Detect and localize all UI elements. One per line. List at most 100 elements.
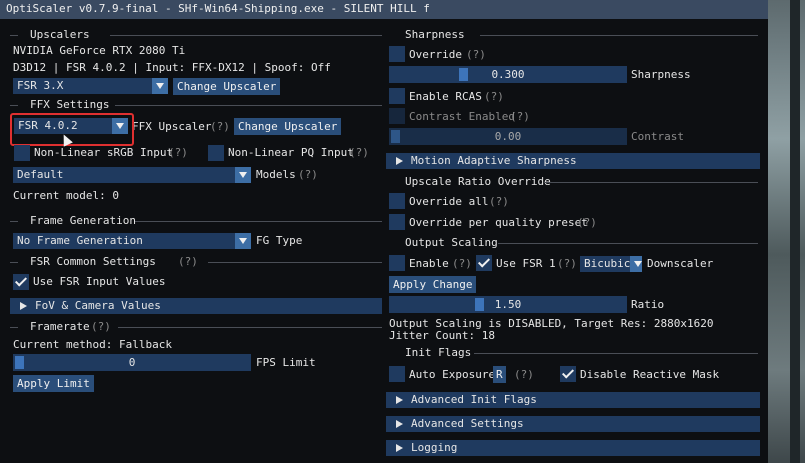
ratio-value: 1.50 (494, 298, 522, 311)
init-flags-section-title: Init Flags (405, 346, 472, 359)
output-scaling-section-title: Output Scaling (405, 236, 498, 249)
advanced-settings-header[interactable]: Advanced Settings (386, 416, 760, 432)
help-icon[interactable]: (?) (510, 109, 530, 125)
apply-limit-button[interactable]: Apply Limit (13, 375, 94, 392)
help-icon[interactable]: (?) (210, 119, 230, 135)
nonlinear-srgb-checkbox[interactable] (14, 145, 30, 161)
contrast-enabled-label: Contrast Enabled (409, 110, 515, 123)
nonlinear-srgb-label: Non-Linear sRGB Input (34, 146, 174, 159)
help-icon[interactable]: (?) (484, 89, 504, 105)
caret-right-icon (396, 420, 403, 428)
separator (480, 35, 758, 36)
separator (10, 262, 18, 263)
fg-type-select[interactable]: No Frame Generation (13, 233, 251, 249)
upscaler-select[interactable]: FSR 3.X (13, 78, 168, 94)
ffx-section-title: FFX Settings (30, 98, 110, 111)
override-quality-checkbox[interactable] (389, 214, 405, 230)
apply-change-button[interactable]: Apply Change (389, 276, 477, 293)
chevron-down-icon (630, 256, 642, 272)
contrast-label: Contrast (631, 130, 684, 143)
fov-camera-header[interactable]: FoV & Camera Values (10, 298, 382, 314)
framerate-section-title: Framerate (30, 320, 90, 333)
model-select-value: Default (17, 168, 64, 181)
output-scaling-enable-checkbox[interactable] (389, 255, 405, 271)
nonlinear-pq-label: Non-Linear PQ Input (228, 146, 354, 159)
chevron-down-icon (235, 167, 251, 183)
fps-limit-slider[interactable]: 0 (13, 354, 251, 371)
window-title: OptiScaler v0.7.9-final - SHf-Win64-Ship… (6, 2, 430, 15)
ratio-slider[interactable]: 1.50 (389, 296, 627, 313)
sharpness-value: 0.300 (491, 68, 525, 81)
sharpness-slider[interactable]: 0.300 (389, 66, 627, 83)
downscaler-select-value: Bicubic (584, 257, 631, 270)
separator (544, 182, 758, 183)
contrast-slider[interactable]: 0.00 (389, 128, 627, 145)
change-upscaler-button[interactable]: Change Upscaler (173, 78, 281, 95)
sharpness-label: Sharpness (631, 68, 691, 81)
help-icon[interactable]: (?) (489, 194, 509, 210)
disable-reactive-mask-checkbox[interactable] (560, 366, 576, 382)
help-icon[interactable]: (?) (466, 47, 486, 63)
motion-adaptive-header[interactable]: Motion Adaptive Sharpness (386, 153, 760, 169)
override-all-label: Override all (409, 195, 489, 208)
reset-r-button[interactable]: R (493, 366, 506, 383)
override-all-checkbox[interactable] (389, 193, 405, 209)
separator (115, 105, 382, 106)
models-label: Models (256, 168, 296, 181)
help-icon[interactable]: (?) (577, 215, 597, 231)
use-fsr-input-values-label: Use FSR Input Values (33, 275, 166, 288)
help-icon[interactable]: (?) (514, 367, 534, 383)
gpu-name: NVIDIA GeForce RTX 2080 Ti (13, 44, 186, 57)
separator (498, 243, 758, 244)
separator (135, 221, 382, 222)
separator (208, 262, 382, 263)
logging-header[interactable]: Logging (386, 440, 760, 456)
help-icon[interactable]: (?) (168, 145, 188, 161)
fps-limit-value: 0 (128, 356, 136, 369)
caret-right-icon (20, 302, 27, 310)
separator (10, 35, 18, 36)
downscaler-label: Downscaler (647, 257, 714, 270)
model-select[interactable]: Default (13, 167, 251, 183)
ffx-change-upscaler-button[interactable]: Change Upscaler (234, 118, 342, 135)
upscale-ratio-section-title: Upscale Ratio Override (405, 175, 551, 188)
fg-type-select-value: No Frame Generation (17, 234, 143, 247)
contrast-enabled-checkbox[interactable] (389, 108, 405, 124)
use-fsr1-checkbox[interactable] (476, 255, 492, 271)
use-fsr-input-values-checkbox[interactable] (13, 274, 29, 290)
advanced-init-flags-header[interactable]: Advanced Init Flags (386, 392, 760, 408)
help-icon[interactable]: (?) (452, 256, 472, 272)
output-scaling-enable-label: Enable (409, 257, 449, 270)
advanced-settings-label: Advanced Settings (411, 417, 524, 430)
upscalers-section-title: Upscalers (30, 28, 90, 41)
separator (110, 35, 382, 36)
separator (10, 221, 18, 222)
help-icon[interactable]: (?) (298, 167, 318, 183)
sharpness-override-checkbox[interactable] (389, 46, 405, 62)
disable-reactive-mask-label: Disable Reactive Mask (580, 368, 720, 381)
help-icon[interactable]: (?) (91, 319, 111, 335)
frame-gen-section-title: Frame Generation (30, 214, 136, 227)
enable-rcas-checkbox[interactable] (389, 88, 405, 104)
current-method-text: Current method: Fallback (13, 338, 172, 351)
title-bar[interactable]: OptiScaler v0.7.9-final - SHf-Win64-Ship… (0, 0, 768, 19)
fps-limit-label: FPS Limit (256, 356, 316, 369)
logging-label: Logging (411, 441, 458, 454)
current-model-text: Current model: 0 (13, 189, 119, 202)
auto-exposure-checkbox[interactable] (389, 366, 405, 382)
motion-adaptive-label: Motion Adaptive Sharpness (411, 154, 577, 167)
auto-exposure-label: Auto Exposure (409, 368, 496, 381)
separator (118, 327, 382, 328)
jitter-count: Jitter Count: 18 (389, 329, 495, 342)
help-icon[interactable]: (?) (178, 254, 198, 270)
help-icon[interactable]: (?) (557, 256, 577, 272)
chevron-down-icon (235, 233, 251, 249)
separator (10, 327, 18, 328)
background-pole (790, 0, 800, 463)
fsr-common-section-title: FSR Common Settings (30, 255, 156, 268)
help-icon[interactable]: (?) (349, 145, 369, 161)
chevron-down-icon (152, 78, 168, 94)
nonlinear-pq-checkbox[interactable] (208, 145, 224, 161)
downscaler-select[interactable]: Bicubic (580, 256, 642, 272)
upscaler-select-value: FSR 3.X (17, 79, 64, 92)
